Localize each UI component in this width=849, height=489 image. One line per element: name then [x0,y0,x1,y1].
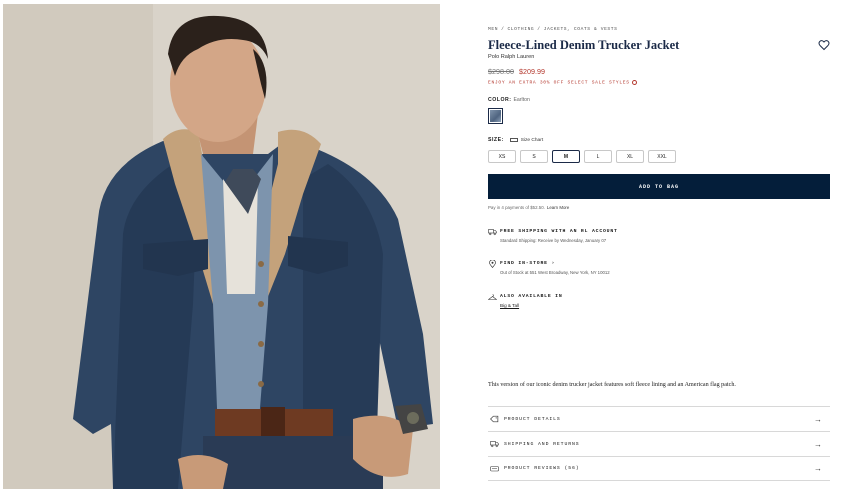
location-pin-icon [489,260,496,268]
model-illustration [3,4,440,489]
ruler-icon [509,138,518,142]
arrow-right-icon: → [814,439,822,449]
tag-icon [490,415,499,423]
accordion-label: SHIPPING AND RETURNS [504,441,580,447]
promo-text: ENJOY AN EXTRA 30% OFF SELECT SALE STYLE… [488,80,630,86]
color-label: COLOR: Earlton [488,97,530,103]
product-image[interactable] [3,4,440,489]
size-option-xxl[interactable]: XXL [648,150,676,163]
info-icon[interactable] [631,80,637,85]
chevron-right-icon: › [551,261,556,266]
feature-subtitle: Out of Stock at 551 West Broadway, New Y… [500,270,610,275]
size-label: SIZE: Size Chart [488,137,543,143]
sale-price: $209.99 [518,67,545,76]
feature-title[interactable]: FREE SHIPPING WITH AN RL ACCOUNT [500,229,618,234]
original-price: $298.00 [488,67,514,76]
size-option-m[interactable]: M [552,150,580,163]
promo-banner: ENJOY AN EXTRA 30% OFF SELECT SALE STYLE… [488,80,637,86]
feature-title[interactable]: FIND IN-STORE › [500,261,555,266]
size-option-l[interactable]: L [584,150,612,163]
add-to-bag-button[interactable]: ADD TO BAG [488,174,830,199]
feature-title: ALSO AVAILABLE IN [500,294,563,299]
product-info-panel: Men / Clothing / Jackets, Coats & Vests Flee… [488,0,830,489]
size-option-s[interactable]: S [520,150,548,163]
installments-text: Pay in 4 payments of $52.50. [488,205,545,210]
color-swatch[interactable] [488,108,503,124]
product-title: Fleece-Lined Denim Trucker Jacket [488,38,680,52]
accordion-label: PRODUCT REVIEWS (56) [504,466,580,471]
color-label-text: COLOR: [488,97,512,103]
arrow-right-icon: → [814,414,822,424]
find-in-store-label: FIND IN-STORE [500,261,548,266]
breadcrumb-item-men[interactable]: Men [488,27,498,32]
heart-icon[interactable] [818,39,830,51]
accordion-product-reviews[interactable]: PRODUCT REVIEWS (56) → [488,456,830,481]
truck-icon [490,441,499,448]
product-brand: Polo Ralph Lauren [488,54,535,60]
size-selector: XS S M L XL XXL [488,150,676,163]
product-description: This version of our iconic denim trucker… [488,382,736,388]
accordion-product-details[interactable]: PRODUCT DETAILS → [488,406,830,431]
accordion-shipping-returns[interactable]: SHIPPING AND RETURNS → [488,431,830,456]
size-option-xl[interactable]: XL [616,150,644,163]
price-row: $298.00 $209.99 [488,67,545,76]
swatch-fill [490,110,501,122]
feature-subtitle: Standard Shipping: Receive by Wednesday,… [500,238,607,243]
size-chart-link[interactable]: Size Chart [521,138,543,143]
size-option-xs[interactable]: XS [488,150,516,163]
breadcrumb-item-clothing[interactable]: Clothing [507,27,534,32]
arrow-right-icon: → [814,464,822,473]
breadcrumb-item-jackets[interactable]: Jackets, Coats & Vests [544,27,618,32]
accordion-label: PRODUCT DETAILS [504,416,561,422]
hanger-icon [488,294,497,300]
truck-icon [488,229,497,236]
installments-note: Pay in 4 payments of $52.50. Learn More [488,205,569,210]
learn-more-link[interactable]: Learn More [547,205,569,210]
size-label-text: SIZE: [488,137,504,143]
reviews-icon [490,465,499,471]
breadcrumb: Men / Clothing / Jackets, Coats & Vests [488,27,618,32]
color-value: Earlton [513,97,530,103]
big-and-tall-link[interactable]: Big & Tall [500,303,519,308]
